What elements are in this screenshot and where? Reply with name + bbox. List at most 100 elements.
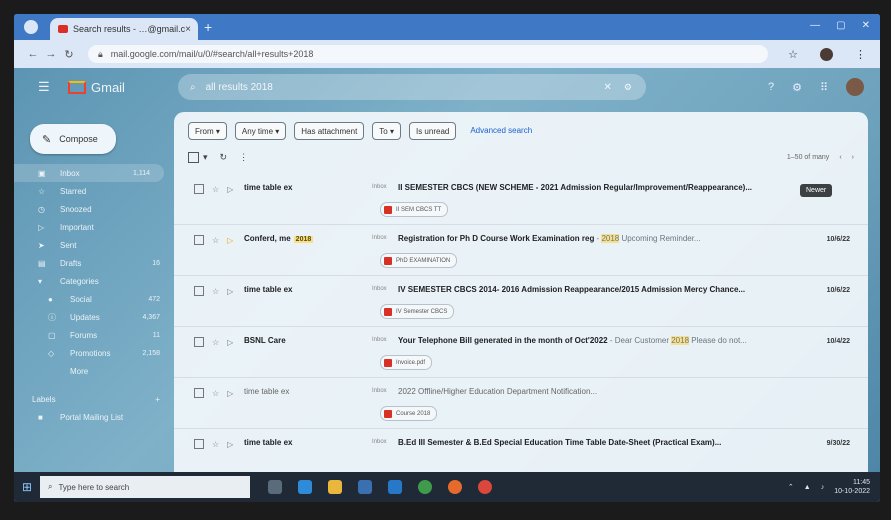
filter-chip[interactable]: Is unread xyxy=(408,122,457,140)
account-avatar[interactable] xyxy=(846,78,864,96)
support-icon[interactable]: ? xyxy=(768,81,774,93)
clock[interactable]: 11:45 10-10-2022 xyxy=(834,478,870,496)
sidebar-item-starred[interactable]: ☆ Starred xyxy=(14,182,174,200)
back-icon[interactable]: ← xyxy=(24,48,42,60)
task-view-icon[interactable] xyxy=(268,480,282,494)
browser-profile-icon[interactable] xyxy=(820,47,833,61)
row-checkbox[interactable] xyxy=(194,337,204,347)
attachment-chip[interactable]: Course 2018 xyxy=(380,406,438,421)
mail-search-bar[interactable]: ⌕ all results 2018 ✕ ⚙ xyxy=(178,74,646,100)
clear-search-icon[interactable]: ✕ xyxy=(604,82,612,93)
network-icon[interactable]: ▲ xyxy=(804,484,811,491)
search-query[interactable]: all results 2018 xyxy=(206,82,273,93)
important-marker-icon[interactable]: ▷ xyxy=(227,389,233,398)
subject-text: II SEMESTER CBCS (NEW SCHEME - 2021 Admi… xyxy=(398,183,753,192)
compose-button[interactable]: ✎ Compose xyxy=(30,124,116,154)
maximize-icon[interactable]: ▢ xyxy=(836,20,845,31)
attachment-chip[interactable]: II SEM CBCS TT xyxy=(380,202,449,217)
chrome-profile-icon[interactable] xyxy=(478,480,492,494)
filter-chip[interactable]: To ▾ xyxy=(372,122,401,140)
email-row[interactable]: ☆ ▷ time table ex Inbox 2022 Offline/Higher … xyxy=(174,378,868,429)
sidebar-item-sent[interactable]: ➤ Sent xyxy=(14,236,174,254)
bookmark-star-icon[interactable]: ☆ xyxy=(788,48,798,61)
address-bar[interactable]: 🔒︎ mail.google.com/mail/u/0/#search/all+… xyxy=(88,45,768,63)
main-menu-icon[interactable]: ☰ xyxy=(38,79,52,95)
sidebar-item-updates[interactable]: ⓘ Updates 4,367 xyxy=(14,308,174,326)
star-icon[interactable]: ☆ xyxy=(212,236,219,245)
firefox-icon[interactable] xyxy=(448,480,462,494)
important-marker-icon[interactable]: ▷ xyxy=(227,287,233,296)
browser-tab[interactable]: Search results - …@gmail.com × xyxy=(50,18,198,40)
tab-search-icon[interactable] xyxy=(24,20,38,34)
close-window-icon[interactable]: ✕ xyxy=(862,20,870,31)
sidebar-item-inbox[interactable]: ▣ Inbox 1,114 xyxy=(14,164,164,182)
search-icon[interactable]: ⌕ xyxy=(190,82,196,93)
important-marker-icon[interactable]: ▷ xyxy=(227,236,233,245)
close-tab-icon[interactable]: × xyxy=(185,24,191,35)
filter-chip[interactable]: Any time ▾ xyxy=(234,122,287,140)
tray-chevron-icon[interactable]: ⌃ xyxy=(788,483,794,491)
sidebar-item-social[interactable]: ● Social 472 xyxy=(14,290,174,308)
browser-menu-icon[interactable]: ⋮ xyxy=(855,48,866,61)
sidebar-item-important[interactable]: ▷ Important xyxy=(14,218,174,236)
sidebar-item-drafts[interactable]: ▤ Drafts 16 xyxy=(14,254,174,272)
volume-icon[interactable]: ♪ xyxy=(821,484,825,491)
new-tab-button[interactable]: + xyxy=(204,19,212,35)
star-icon[interactable]: ☆ xyxy=(212,338,219,347)
gmail-logo[interactable]: Gmail xyxy=(68,80,125,95)
edge-icon[interactable] xyxy=(298,480,312,494)
important-marker-icon[interactable]: ▷ xyxy=(227,185,233,194)
sidebar-item-promotions[interactable]: ◇ Promotions 2,158 xyxy=(14,344,174,362)
email-row[interactable]: ☆ ▷ Conferd, me 2018 Inbox Registration for P… xyxy=(174,225,868,276)
add-label-icon[interactable]: + xyxy=(155,395,160,404)
minimize-icon[interactable]: — xyxy=(810,20,820,31)
windows-start-icon[interactable]: ⊞ xyxy=(14,480,40,494)
forward-icon[interactable]: → xyxy=(42,48,60,60)
sidebar-item-categories[interactable]: ▾ Categories xyxy=(14,272,174,290)
filter-chip[interactable]: From ▾ xyxy=(188,122,227,140)
attachment-chip[interactable]: Invoice.pdf xyxy=(380,355,433,370)
settings-gear-icon[interactable]: ⚙ xyxy=(792,81,802,94)
important-marker-icon[interactable]: ▷ xyxy=(227,440,233,449)
chrome-icon[interactable] xyxy=(418,480,432,494)
star-icon[interactable]: ☆ xyxy=(212,287,219,296)
file-explorer-icon[interactable] xyxy=(328,480,342,494)
store-icon[interactable] xyxy=(358,480,372,494)
newer-page-icon[interactable]: ‹ xyxy=(839,154,841,161)
older-page-icon[interactable]: › xyxy=(852,154,854,161)
email-row[interactable]: ☆ ▷ time table ex Inbox IV SEMESTER CBCS 201… xyxy=(174,276,868,327)
select-dropdown-icon[interactable]: ▾ xyxy=(203,152,208,163)
reload-icon[interactable]: ↻ xyxy=(60,48,78,61)
sender-name: time table ex xyxy=(244,183,293,192)
row-checkbox[interactable] xyxy=(194,388,204,398)
sidebar-item-count: 16 xyxy=(152,259,160,267)
row-checkbox[interactable] xyxy=(194,439,204,449)
email-row[interactable]: ☆ ▷ time table ex Inbox B.Ed III Semester & … xyxy=(174,429,868,472)
sidebar-item-more[interactable]: More xyxy=(14,362,174,380)
attachment-chip[interactable]: IV Semester CBCS xyxy=(380,304,455,319)
filter-chip[interactable]: Has attachment xyxy=(294,122,365,140)
email-row[interactable]: ☆ ▷ time table ex Inbox II SEMESTER CBCS (NE… xyxy=(174,174,868,225)
row-checkbox[interactable] xyxy=(194,286,204,296)
refresh-icon[interactable]: ↻ xyxy=(220,152,228,163)
select-all-checkbox[interactable] xyxy=(188,151,199,163)
star-icon[interactable]: ☆ xyxy=(212,440,219,449)
more-options-icon[interactable]: ⋮ xyxy=(239,152,248,163)
search-options-icon[interactable]: ⚙ xyxy=(624,82,632,93)
row-checkbox[interactable] xyxy=(194,184,204,194)
attachment-chip[interactable]: PhD EXAMINATION xyxy=(380,253,458,268)
sidebar-item-forums[interactable]: ▢ Forums 11 xyxy=(14,326,174,344)
sender-name: time table ex xyxy=(244,285,293,294)
star-icon[interactable]: ☆ xyxy=(212,389,219,398)
mail-app-icon[interactable] xyxy=(388,480,402,494)
labels-heading: Labels xyxy=(32,394,56,404)
apps-grid-icon[interactable]: ⠿ xyxy=(820,81,828,94)
row-checkbox[interactable] xyxy=(194,235,204,245)
important-marker-icon[interactable]: ▷ xyxy=(227,338,233,347)
sidebar-item-snoozed[interactable]: ◷ Snoozed xyxy=(14,200,174,218)
advanced-search-link[interactable]: Advanced search xyxy=(464,122,538,138)
taskbar-search-box[interactable]: ⌕ Type here to search xyxy=(40,476,250,498)
label-item[interactable]: ■ Portal Mailing List xyxy=(14,408,174,426)
email-row[interactable]: ☆ ▷ BSNL Care Inbox Your Telephone Bill gene… xyxy=(174,327,868,378)
star-icon[interactable]: ☆ xyxy=(212,185,219,194)
